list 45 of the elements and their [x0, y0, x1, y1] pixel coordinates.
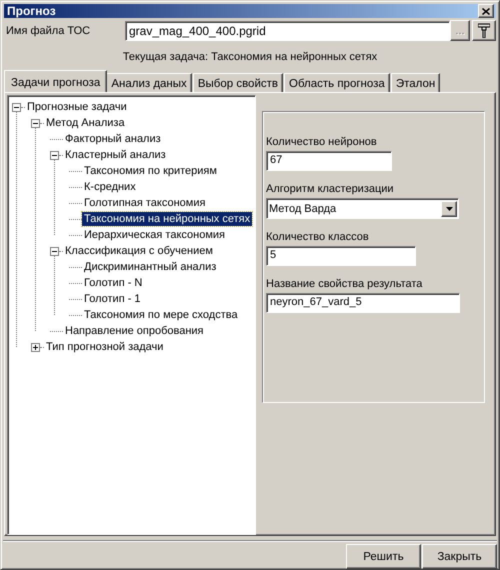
dialog-button[interactable]: Решить	[346, 544, 421, 569]
field-label: Название свойства результата	[266, 278, 424, 290]
tree-item[interactable]: Голотип - 1	[82, 292, 143, 306]
tree-item[interactable]: Иерархическая таксономия	[82, 228, 227, 242]
dialog-button[interactable]: Закрыть	[422, 544, 497, 569]
input-field[interactable]: neyron_67_vard_5	[266, 293, 460, 313]
tree-item[interactable]: Метод Анализа	[44, 116, 127, 130]
tree-item[interactable]: Направление опробования	[63, 324, 206, 338]
field-label: Алгоритм кластеризации	[266, 183, 395, 195]
field-label: Имя файла ТОС	[5, 24, 92, 36]
input-field[interactable]: 5	[266, 246, 416, 266]
tree-item[interactable]: Голотипная таксономия	[82, 196, 208, 210]
collapse-toggle[interactable]	[50, 246, 59, 256]
close-icon	[482, 8, 490, 14]
close-button[interactable]	[478, 4, 494, 18]
tree-item[interactable]: Таксономия по мере сходства	[82, 308, 240, 322]
tree-item[interactable]: Кластерный анализ	[63, 148, 168, 162]
tree-item[interactable]: К-средних	[82, 180, 138, 194]
collapse-toggle[interactable]	[12, 102, 21, 112]
expand-toggle[interactable]	[31, 342, 40, 352]
pin-icon	[478, 23, 490, 38]
field-label: Количество нейронов	[266, 136, 378, 148]
tree-item[interactable]: Голотип - N	[82, 276, 144, 290]
tree-item[interactable]: Таксономия на нейронных сетях	[82, 212, 252, 226]
tab[interactable]: Эталон	[390, 73, 440, 92]
tab[interactable]: Анализ даных	[106, 73, 192, 92]
collapse-toggle[interactable]	[31, 118, 40, 128]
tree-item[interactable]: Классификация с обучением	[63, 244, 215, 258]
input-field[interactable]: 67	[266, 151, 392, 171]
tree-item[interactable]: Факторный анализ	[63, 132, 163, 146]
tree-item[interactable]: Таксономия по критериям	[82, 164, 219, 178]
pin-button[interactable]	[472, 20, 496, 41]
collapse-toggle[interactable]	[50, 150, 59, 160]
tree-item[interactable]: Прогнозные задачи	[25, 100, 129, 114]
tree-item[interactable]: Дискриминантный анализ	[82, 260, 218, 274]
tree-item[interactable]: Тип прогнозной задачи	[44, 340, 166, 354]
tab[interactable]: Выбор свойств	[192, 73, 283, 92]
field-label: Количество классов	[266, 231, 370, 243]
file-name-field[interactable]: grav_mag_400_400.pgrid	[125, 20, 450, 40]
window-title: Прогноз	[7, 4, 56, 18]
current-task-text: Текущая задача: Таксономия на нейронных сетях	[122, 51, 378, 63]
dropdown-arrow-icon	[446, 206, 452, 210]
dropdown[interactable]: Метод Варда	[266, 198, 459, 219]
tab[interactable]: Задачи прогноза	[4, 70, 108, 92]
tab[interactable]: Область прогноза	[284, 73, 390, 92]
